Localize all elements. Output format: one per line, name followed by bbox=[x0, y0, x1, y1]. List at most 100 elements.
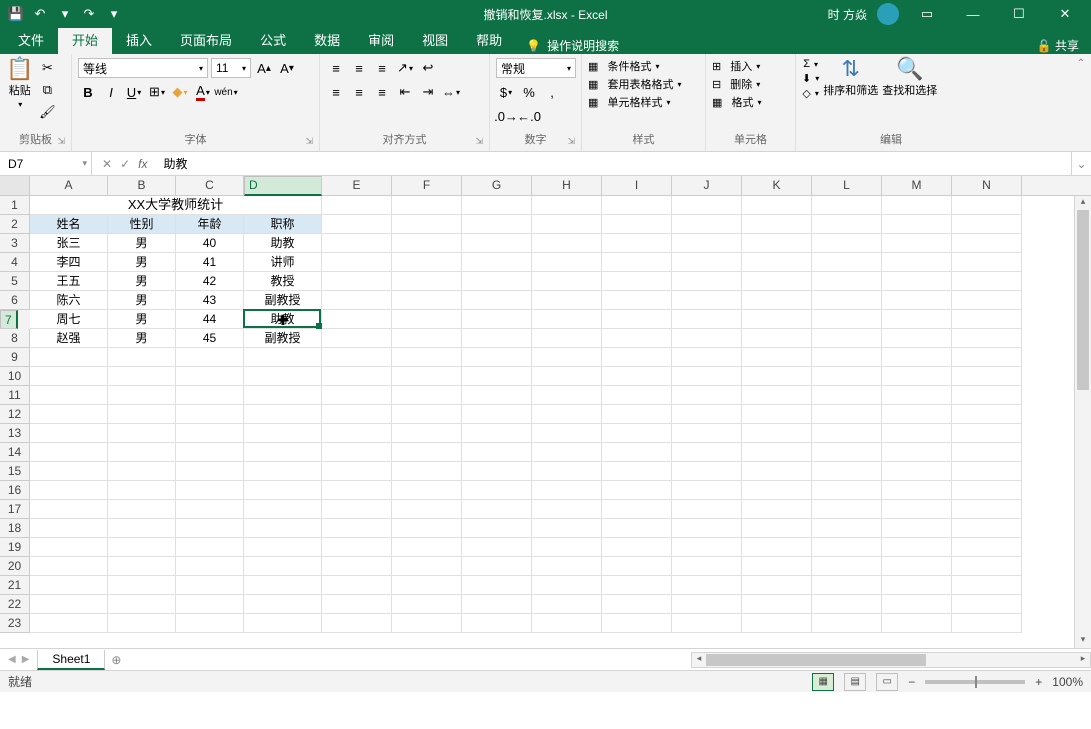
cell[interactable] bbox=[602, 538, 672, 557]
cell[interactable] bbox=[882, 538, 952, 557]
scroll-up-icon[interactable]: ▴ bbox=[1075, 196, 1091, 210]
row-header[interactable]: 4 bbox=[0, 253, 30, 272]
increase-font-icon[interactable]: A▴ bbox=[254, 58, 274, 78]
row-header[interactable]: 18 bbox=[0, 519, 30, 538]
cell[interactable]: 41 bbox=[176, 253, 244, 272]
column-header[interactable]: H bbox=[532, 176, 602, 195]
cell[interactable] bbox=[322, 443, 392, 462]
cell[interactable] bbox=[244, 386, 322, 405]
fill-button[interactable]: ⬇▾ bbox=[802, 72, 819, 85]
row-header[interactable]: 11 bbox=[0, 386, 30, 405]
cell[interactable] bbox=[532, 234, 602, 253]
column-header[interactable]: D bbox=[244, 176, 322, 196]
cell[interactable] bbox=[532, 424, 602, 443]
cell[interactable] bbox=[108, 386, 176, 405]
cell[interactable] bbox=[952, 557, 1022, 576]
cell[interactable] bbox=[882, 576, 952, 595]
cell[interactable] bbox=[742, 348, 812, 367]
cell[interactable] bbox=[176, 500, 244, 519]
column-header[interactable]: L bbox=[812, 176, 882, 195]
cell[interactable] bbox=[392, 576, 462, 595]
cell[interactable] bbox=[108, 519, 176, 538]
cell[interactable] bbox=[602, 462, 672, 481]
cell[interactable] bbox=[952, 443, 1022, 462]
cell[interactable]: 40 bbox=[176, 234, 244, 253]
cell[interactable] bbox=[742, 595, 812, 614]
cell[interactable] bbox=[882, 614, 952, 633]
cell[interactable] bbox=[462, 367, 532, 386]
paste-button[interactable]: 📋 粘贴 ▾ bbox=[6, 58, 33, 131]
horizontal-scrollbar[interactable]: ◂ ▸ bbox=[691, 652, 1091, 668]
cell[interactable] bbox=[392, 462, 462, 481]
new-sheet-icon[interactable]: ⊕ bbox=[105, 653, 127, 667]
cell[interactable] bbox=[812, 576, 882, 595]
undo-dropdown-icon[interactable]: ▾ bbox=[57, 6, 73, 22]
cell[interactable] bbox=[882, 557, 952, 576]
cell[interactable]: 王五 bbox=[30, 272, 108, 291]
delete-cells-button[interactable]: ⊟ 删除▾ bbox=[712, 76, 789, 92]
cell[interactable] bbox=[882, 310, 952, 329]
cell[interactable] bbox=[602, 291, 672, 310]
cell[interactable] bbox=[812, 310, 882, 329]
cell[interactable] bbox=[882, 329, 952, 348]
user-avatar[interactable] bbox=[877, 3, 899, 25]
cell[interactable] bbox=[812, 253, 882, 272]
cell[interactable] bbox=[532, 519, 602, 538]
maximize-icon[interactable]: ☐ bbox=[1001, 0, 1037, 28]
cell[interactable] bbox=[742, 443, 812, 462]
cell[interactable]: 男 bbox=[108, 291, 176, 310]
cell[interactable] bbox=[108, 443, 176, 462]
cell[interactable] bbox=[30, 614, 108, 633]
cell[interactable] bbox=[322, 310, 392, 329]
merge-center-icon[interactable]: ⇔▾ bbox=[441, 82, 461, 102]
column-header[interactable]: A bbox=[30, 176, 108, 195]
cell[interactable] bbox=[882, 519, 952, 538]
cell[interactable] bbox=[672, 253, 742, 272]
cell[interactable] bbox=[532, 310, 602, 329]
close-icon[interactable]: ✕ bbox=[1047, 0, 1083, 28]
cell[interactable] bbox=[392, 329, 462, 348]
cell[interactable] bbox=[30, 481, 108, 500]
conditional-formatting-button[interactable]: ▦ 条件格式▾ bbox=[588, 58, 699, 74]
cell[interactable] bbox=[952, 462, 1022, 481]
cell[interactable]: 43 bbox=[176, 291, 244, 310]
decrease-decimal-icon[interactable]: ←.0 bbox=[519, 106, 539, 126]
sheet-nav-next-icon[interactable]: ▶ bbox=[22, 654, 30, 665]
cell[interactable] bbox=[812, 614, 882, 633]
cell[interactable] bbox=[672, 405, 742, 424]
cut-icon[interactable]: ✂ bbox=[37, 58, 57, 78]
cell[interactable] bbox=[532, 291, 602, 310]
cell[interactable] bbox=[602, 196, 672, 215]
align-right-icon[interactable]: ≡ bbox=[372, 82, 392, 102]
cell[interactable] bbox=[812, 215, 882, 234]
cell[interactable] bbox=[532, 215, 602, 234]
page-layout-view-icon[interactable]: ▤ bbox=[844, 673, 866, 691]
row-header[interactable]: 17 bbox=[0, 500, 30, 519]
cell[interactable] bbox=[322, 481, 392, 500]
cell[interactable] bbox=[532, 576, 602, 595]
cell[interactable] bbox=[462, 557, 532, 576]
cell[interactable] bbox=[532, 386, 602, 405]
cell[interactable]: 44 bbox=[176, 310, 244, 329]
cell[interactable] bbox=[462, 253, 532, 272]
cell[interactable] bbox=[532, 500, 602, 519]
cell[interactable] bbox=[462, 443, 532, 462]
bold-icon[interactable]: B bbox=[78, 82, 98, 102]
cell[interactable] bbox=[176, 443, 244, 462]
cell[interactable] bbox=[30, 538, 108, 557]
cell[interactable] bbox=[462, 386, 532, 405]
copy-icon[interactable]: ⧉ bbox=[37, 80, 57, 100]
cell[interactable] bbox=[952, 576, 1022, 595]
column-header[interactable]: G bbox=[462, 176, 532, 195]
row-header[interactable]: 13 bbox=[0, 424, 30, 443]
cell[interactable] bbox=[742, 481, 812, 500]
cell[interactable] bbox=[602, 367, 672, 386]
cell[interactable] bbox=[532, 196, 602, 215]
row-header[interactable]: 6 bbox=[0, 291, 30, 310]
cell[interactable] bbox=[672, 329, 742, 348]
cell[interactable] bbox=[602, 215, 672, 234]
redo-icon[interactable]: ↷ bbox=[81, 6, 97, 22]
cell[interactable] bbox=[742, 386, 812, 405]
fill-color-icon[interactable]: ◆▾ bbox=[170, 82, 190, 102]
cell[interactable] bbox=[672, 481, 742, 500]
